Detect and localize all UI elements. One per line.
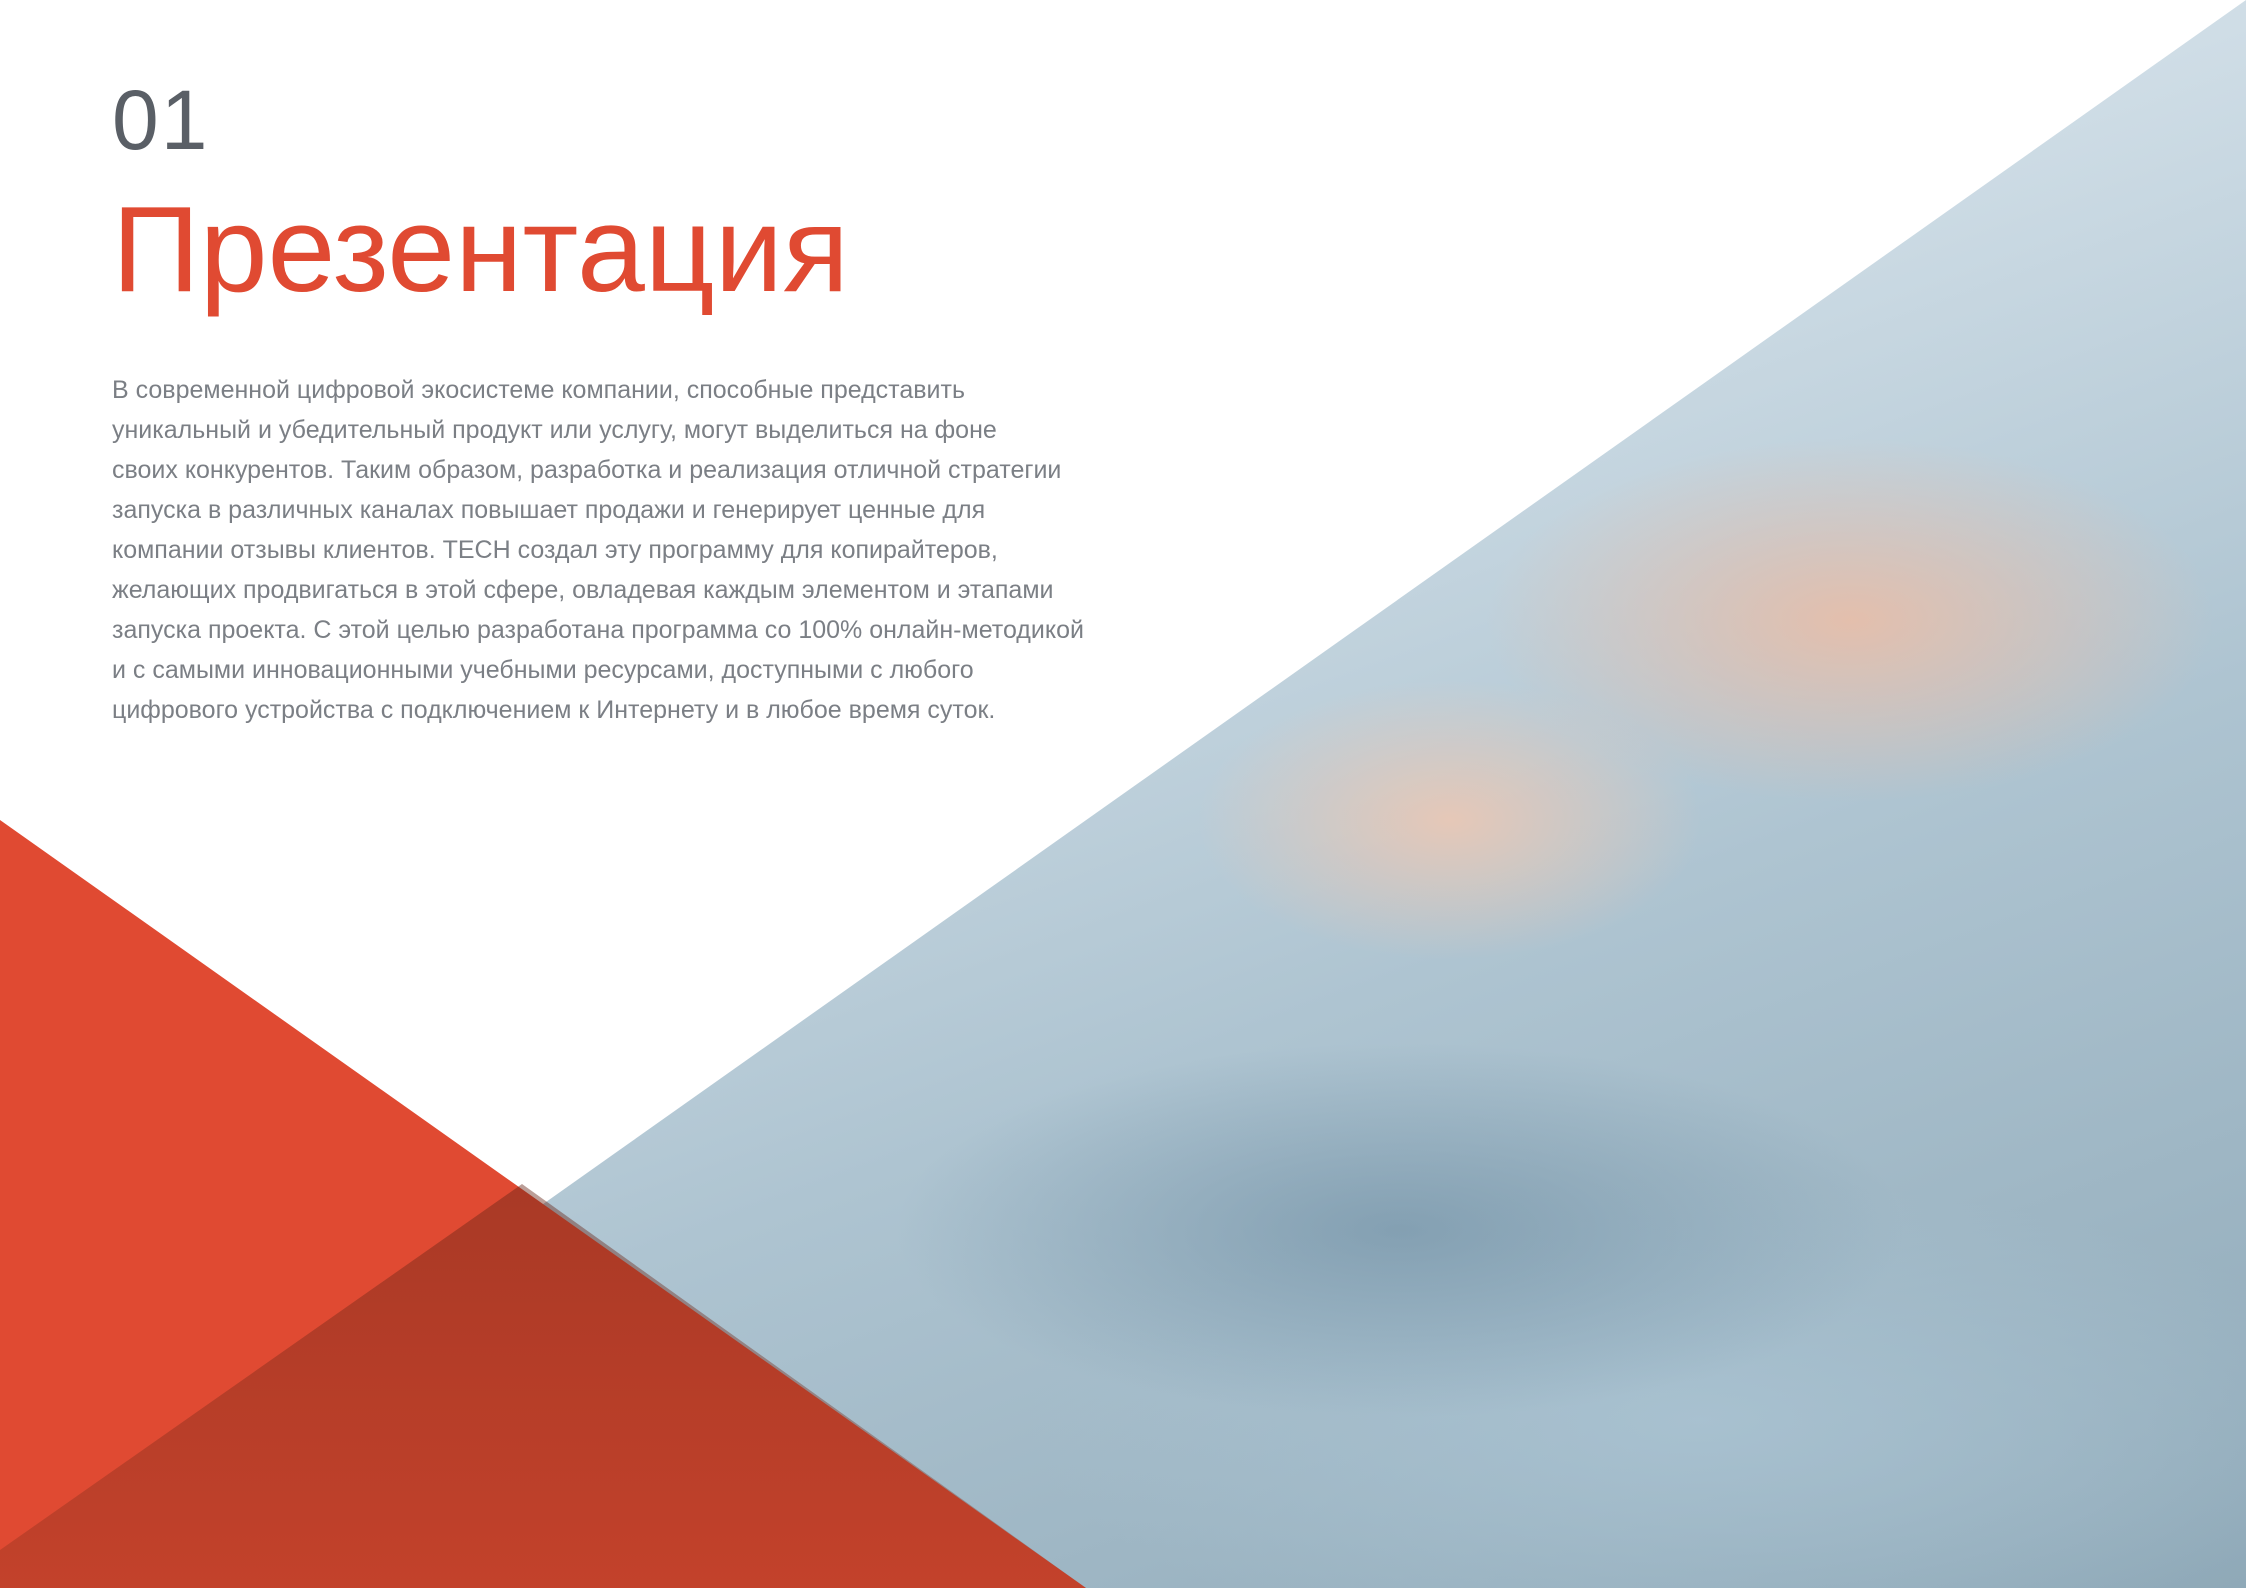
body-paragraph: В современной цифровой экосистеме компан… [112, 370, 1112, 730]
body-line: желающих продвигаться в этой сфере, овла… [112, 576, 1054, 604]
body-line: компании отзывы клиентов. TECH создал эт… [112, 536, 998, 564]
body-line: и с самыми инновационными учебными ресур… [112, 656, 974, 684]
section-number: 01 [112, 73, 210, 167]
section-title: Презентация [112, 181, 849, 317]
body-line: цифрового устройства с подключением к Ин… [112, 696, 996, 724]
body-line: своих конкурентов. Таким образом, разраб… [112, 456, 1062, 484]
body-line: В современной цифровой экосистеме компан… [112, 376, 965, 404]
body-line: уникальный и убедительный продукт или ус… [112, 416, 997, 444]
body-line: запуска проекта. С этой целью разработан… [112, 616, 1084, 644]
body-line: запуска в различных каналах повышает про… [112, 496, 986, 524]
